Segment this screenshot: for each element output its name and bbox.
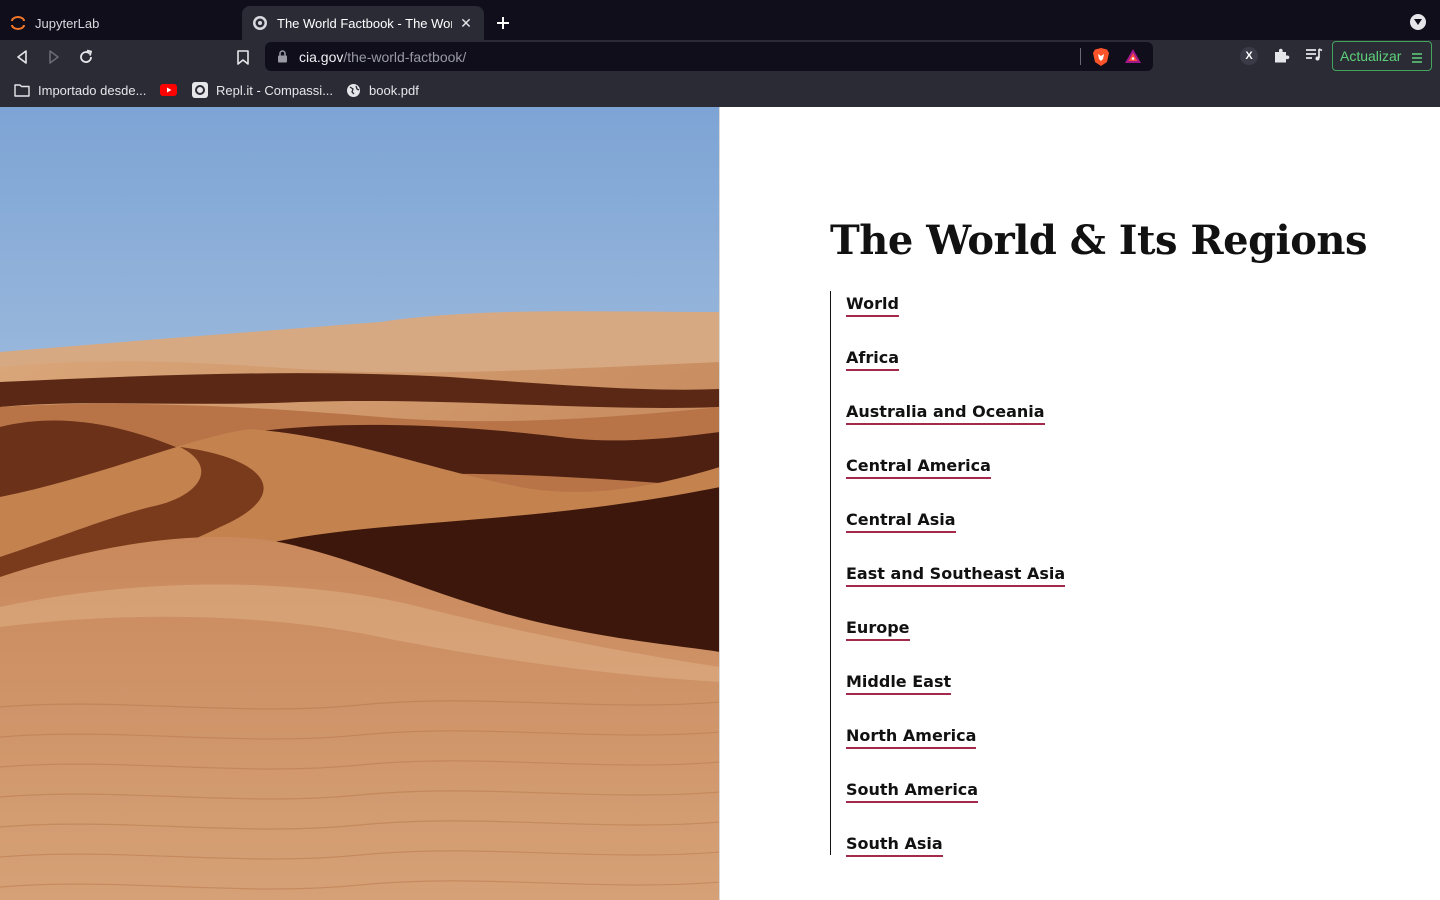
- bookmark-folder-imported[interactable]: Importado desde...: [14, 81, 146, 99]
- update-button-label: Actualizar: [1340, 48, 1402, 64]
- tab-jupyterlab[interactable]: JupyterLab: [0, 6, 240, 40]
- bookmark-icon[interactable]: [232, 46, 254, 68]
- bookmark-label: Importado desde...: [38, 82, 147, 98]
- bookmark-replit[interactable]: Repl.it - Compassi...: [192, 81, 333, 99]
- regions-panel: The World & Its Regions World Africa Aus…: [720, 107, 1440, 900]
- lock-icon: [277, 50, 288, 68]
- region-link-africa[interactable]: Africa: [846, 349, 899, 371]
- region-link-australia-oceania[interactable]: Australia and Oceania: [846, 403, 1045, 425]
- replit-icon: [192, 82, 208, 98]
- extensions-puzzle-icon[interactable]: [1273, 47, 1290, 69]
- tab-search-chevron-icon[interactable]: [1410, 14, 1426, 30]
- forward-icon[interactable]: [43, 46, 65, 68]
- url-host: cia.gov: [299, 49, 344, 65]
- back-icon[interactable]: [11, 46, 33, 68]
- regions-list: World Africa Australia and Oceania Centr…: [830, 291, 1230, 857]
- region-link-south-america[interactable]: South America: [846, 781, 979, 803]
- region-link-middle-east[interactable]: Middle East: [846, 673, 952, 695]
- page-title: The World & Its Regions: [830, 217, 1368, 264]
- bookmark-youtube[interactable]: [160, 81, 185, 99]
- jupyter-icon: [10, 15, 26, 31]
- tab-label: JupyterLab: [35, 15, 100, 31]
- brave-rewards-icon[interactable]: [1124, 48, 1142, 69]
- region-link-central-asia[interactable]: Central Asia: [846, 511, 956, 533]
- web-page: The World & Its Regions World Africa Aus…: [0, 107, 1440, 900]
- bookmark-book-pdf[interactable]: book.pdf: [346, 81, 419, 99]
- region-link-east-southeast-asia[interactable]: East and Southeast Asia: [846, 565, 1066, 587]
- url-text[interactable]: cia.gov/the-world-factbook/: [299, 49, 466, 65]
- browser-toolbar: cia.gov/the-world-factbook/ X Actualizar: [0, 40, 1440, 73]
- close-tab-icon[interactable]: ✕: [458, 15, 474, 31]
- bookmarks-bar: Importado desde... Repl.it - Compassi...…: [0, 73, 1440, 107]
- region-link-europe[interactable]: Europe: [846, 619, 910, 641]
- tab-world-factbook[interactable]: The World Factbook - The World ✕: [242, 6, 484, 40]
- region-link-north-america[interactable]: North America: [846, 727, 977, 749]
- address-divider: [1080, 48, 1081, 65]
- folder-icon: [14, 83, 30, 97]
- playlist-icon[interactable]: [1305, 47, 1323, 68]
- tab-label: The World Factbook - The World: [277, 15, 452, 31]
- address-bar[interactable]: cia.gov/the-world-factbook/: [265, 42, 1153, 71]
- extension-x-icon[interactable]: X: [1240, 47, 1258, 65]
- new-tab-icon[interactable]: [492, 12, 514, 34]
- reload-icon[interactable]: [75, 46, 97, 68]
- brave-shields-icon[interactable]: [1092, 47, 1110, 72]
- menu-icon: [1411, 51, 1423, 67]
- region-link-south-asia[interactable]: South Asia: [846, 835, 943, 857]
- desert-dunes-photo: [0, 107, 720, 900]
- bookmark-label: book.pdf: [369, 82, 419, 98]
- bookmark-label: Repl.it - Compassi...: [216, 82, 334, 98]
- update-button[interactable]: Actualizar: [1332, 41, 1432, 71]
- tab-strip: JupyterLab The World Factbook - The Worl…: [0, 0, 1440, 40]
- region-link-central-america[interactable]: Central America: [846, 457, 991, 479]
- globe-icon: [346, 83, 361, 98]
- cia-seal-icon: [252, 15, 268, 31]
- region-link-world[interactable]: World: [846, 295, 899, 317]
- youtube-icon: [160, 84, 177, 96]
- url-path: /the-world-factbook/: [343, 49, 467, 65]
